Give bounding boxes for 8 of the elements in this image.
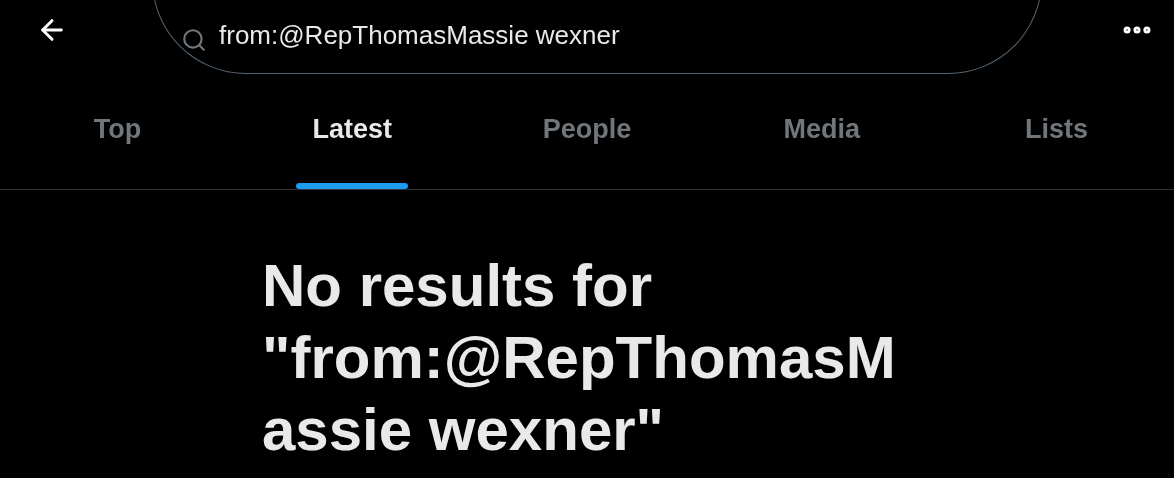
search-tab[interactable]: Lists xyxy=(939,74,1174,189)
search-tab[interactable]: Latest xyxy=(234,74,470,189)
search-tab[interactable]: Top xyxy=(0,74,235,189)
search-tab[interactable]: People xyxy=(469,74,705,189)
search-input[interactable]: from:@RepThomasMassie wexner xyxy=(219,16,919,55)
search-tab[interactable]: Media xyxy=(704,74,940,189)
search-icon xyxy=(181,27,207,53)
no-results-title: No results for "from:@RepThomasMassie wexner" xyxy=(262,251,897,465)
